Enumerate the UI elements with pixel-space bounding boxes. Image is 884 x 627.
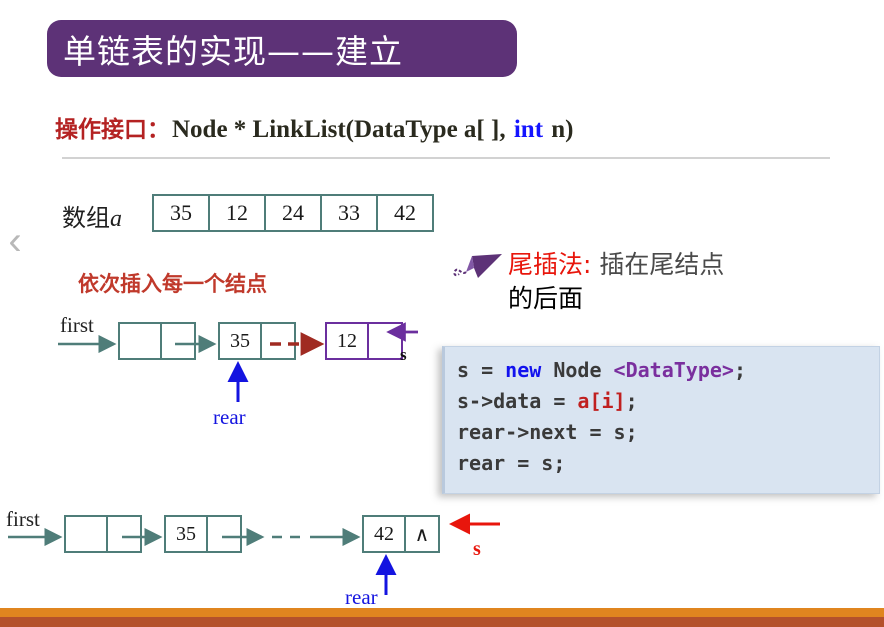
code-snippet-box: s = new Node <DataType>; s->data = a[i];…	[442, 346, 880, 494]
tail-insert-heading: 尾插法: 插在尾结点	[452, 248, 872, 282]
top-s-label: s	[400, 345, 407, 364]
top-first-label: first	[60, 313, 94, 337]
array-label: 数组a	[62, 198, 122, 233]
chevron-left-icon[interactable]: ‹	[2, 218, 28, 264]
array-cell: 33	[320, 194, 378, 232]
code-line-2-b: ;	[625, 389, 638, 413]
bottom-head-node-data	[66, 517, 106, 551]
array-cell: 35	[152, 194, 210, 232]
tail-insert-rest-1: 插在尾结点	[591, 250, 725, 279]
code-array-access: a[i]	[577, 389, 626, 413]
array-cells: 35 12 24 33 42	[152, 194, 434, 232]
operation-interface-line: 操作接口：Node * LinkList(DataType a[ ], int …	[55, 110, 574, 144]
slide-title-banner: 单链表的实现——建立	[47, 20, 517, 77]
horizontal-divider	[62, 157, 830, 159]
bottom-s-label: s	[473, 538, 481, 560]
paper-plane-icon	[453, 254, 502, 278]
top-node-12: 12	[325, 322, 403, 360]
operation-label: 操作接口：	[55, 117, 170, 143]
bottom-node-42-data: 42	[374, 522, 394, 545]
bottom-rear-label: rear	[345, 585, 378, 609]
bottom-first-label: first	[6, 507, 40, 531]
array-cell: 12	[208, 194, 266, 232]
top-head-node-next	[160, 324, 194, 358]
slide-canvas: ‹ 单链表的实现——建立 操作接口：Node * LinkList(DataTy…	[0, 0, 884, 627]
code-line-1-a: s =	[457, 358, 506, 382]
top-head-node-data	[120, 324, 160, 358]
array-cell: 42	[376, 194, 434, 232]
footer-bar-red	[0, 617, 884, 627]
operation-signature-part2: n)	[545, 116, 574, 143]
array-label-var: a	[110, 206, 122, 232]
tail-insert-callout: 尾插法: 插在尾结点 的后面	[452, 248, 872, 316]
bottom-node-35-data: 35	[176, 522, 196, 545]
code-line-1-b: Node	[541, 358, 614, 382]
bottom-head-node	[64, 515, 142, 553]
bottom-node-42: 42 ∧	[362, 515, 440, 553]
operation-signature-part1: Node * LinkList(DataType a[ ],	[172, 116, 512, 143]
top-node-35-data: 35	[230, 329, 250, 352]
bottom-head-node-next	[106, 517, 140, 551]
code-type-datatype: <DataType>	[613, 358, 734, 382]
array-label-cn: 数组	[62, 204, 110, 232]
top-head-node	[118, 322, 196, 360]
top-node-35-next	[260, 324, 294, 358]
operation-keyword-int: int	[513, 116, 544, 143]
code-line-4: rear = s;	[457, 451, 566, 475]
code-keyword-new: new	[505, 358, 542, 382]
bottom-node-42-null: ∧	[404, 517, 438, 551]
bottom-node-35-next	[206, 517, 240, 551]
array-cell: 24	[264, 194, 322, 232]
code-line-1-c: ;	[733, 358, 747, 382]
code-line-2-a: s->data =	[457, 389, 578, 413]
footer-bar-orange	[0, 608, 884, 617]
code-line-1: s = new Node <DataType>;	[457, 355, 879, 386]
insert-each-node-note: 依次插入每一个结点	[78, 272, 267, 296]
code-line-2: s->data = a[i];	[457, 386, 879, 417]
page-title: 单链表的实现——建立	[63, 31, 403, 71]
top-rear-label: rear	[213, 405, 246, 429]
top-node-35: 35	[218, 322, 296, 360]
tail-insert-rest-2: 的后面	[508, 284, 584, 313]
bottom-node-35: 35	[164, 515, 242, 553]
code-line-3: rear->next = s;	[457, 420, 638, 444]
tail-insert-highlight: 尾插法:	[508, 250, 592, 279]
top-node-12-data: 12	[337, 329, 357, 352]
top-node-12-next	[367, 324, 401, 358]
